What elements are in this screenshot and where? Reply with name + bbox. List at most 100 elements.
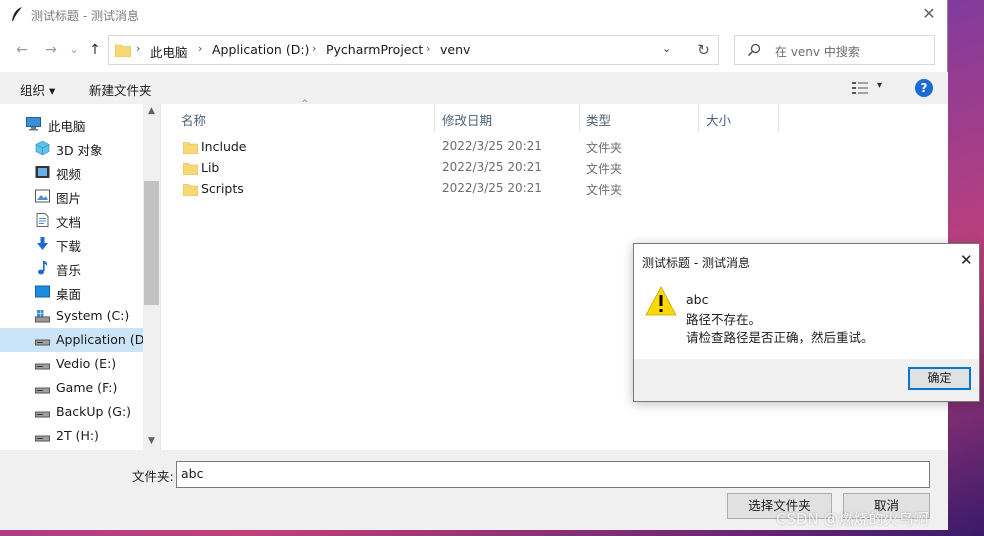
message-line: 路径不存在。 <box>686 312 762 327</box>
scroll-thumb[interactable] <box>144 181 159 305</box>
column-header-size[interactable]: 大小 <box>706 110 731 129</box>
drive-icon <box>35 387 50 394</box>
search-icon <box>748 43 761 56</box>
column-header-modified-date[interactable]: 修改日期 <box>442 110 492 129</box>
document-icon <box>36 213 49 227</box>
address-bar[interactable]: › 此电脑 › Application (D:) › PycharmProjec… <box>108 35 719 65</box>
view-dropdown-arrow-icon[interactable]: ▾ <box>877 80 882 91</box>
file-type: 文件夹 <box>586 141 623 155</box>
sidebar-item-label: 音乐 <box>56 263 82 278</box>
organize-menu-button[interactable]: 组织 ▾ <box>20 80 55 99</box>
recent-locations-chevron-icon[interactable]: ⌄ <box>64 40 84 60</box>
breadcrumb-separator: › <box>426 42 431 55</box>
file-modified-date: 2022/3/25 20:21 <box>442 181 542 195</box>
breadcrumb-separator: › <box>136 42 141 55</box>
address-dropdown-chevron-icon[interactable]: ⌄ <box>662 42 671 55</box>
message-box-title: 测试标题 - 测试消息 <box>642 256 750 270</box>
folder-field-label: 文件夹: <box>132 469 174 484</box>
view-options-icon[interactable] <box>852 81 870 95</box>
message-line: 请检查路径是否正确，然后重试。 <box>686 330 874 345</box>
sidebar-item[interactable]: 文档 <box>0 208 143 232</box>
folder-icon <box>183 184 198 196</box>
file-row[interactable]: Scripts 2022/3/25 20:21 文件夹 <box>181 179 681 200</box>
search-placeholder: 在 venv 中搜索 <box>775 45 860 59</box>
sidebar-item-label: BackUp (G:) <box>56 404 132 419</box>
watermark: CSDN @燃烧的火鸟啊 <box>776 510 929 528</box>
breadcrumb-this-pc[interactable]: 此电脑 <box>150 42 188 61</box>
sidebar-item[interactable]: Application (D:) <box>0 328 143 352</box>
search-input[interactable]: 在 venv 中搜索 <box>734 35 935 65</box>
file-type: 文件夹 <box>586 162 623 176</box>
back-arrow-icon[interactable]: ← <box>12 40 32 60</box>
column-divider[interactable] <box>579 104 580 132</box>
sidebar-item-label: 下载 <box>56 239 82 254</box>
cube-3d-icon <box>35 141 50 155</box>
sidebar-item[interactable]: BackUp (G:) <box>0 400 143 424</box>
sidebar-item[interactable]: 2T (H:) <box>0 424 143 448</box>
sidebar-item[interactable]: 此电脑 <box>0 112 143 136</box>
drive-icon <box>35 435 50 442</box>
sidebar-item[interactable]: 下载 <box>0 232 143 256</box>
sidebar-item[interactable]: 桌面 <box>0 280 143 304</box>
file-name: Include <box>201 139 247 154</box>
scroll-down-arrow-icon[interactable]: ▼ <box>143 436 160 446</box>
command-toolbar: 组织 ▾ 新建文件夹 ▾ ? <box>0 72 948 104</box>
ok-button[interactable]: 确定 <box>908 367 971 390</box>
breadcrumb-venv[interactable]: venv <box>440 42 470 57</box>
column-divider[interactable] <box>778 104 779 132</box>
sidebar-item[interactable]: Vedio (E:) <box>0 352 143 376</box>
music-icon <box>38 261 48 275</box>
file-modified-date: 2022/3/25 20:21 <box>442 160 542 174</box>
new-folder-button[interactable]: 新建文件夹 <box>89 80 152 99</box>
sidebar-item-label: Game (F:) <box>56 380 118 395</box>
warning-icon <box>645 286 677 316</box>
sidebar-item-label: 文档 <box>56 215 82 230</box>
breadcrumb-application-drive[interactable]: Application (D:) <box>212 42 309 57</box>
sidebar-item-label: 图片 <box>56 191 82 206</box>
column-header-type[interactable]: 类型 <box>586 110 611 129</box>
file-row[interactable]: Lib 2022/3/25 20:21 文件夹 <box>181 158 681 179</box>
folder-name-input[interactable]: abc <box>176 461 930 488</box>
column-header-name[interactable]: 名称 <box>181 110 206 129</box>
sidebar-item[interactable]: System (C:) <box>0 304 143 328</box>
sidebar-item-label: 视频 <box>56 167 82 182</box>
sidebar-item-label: 桌面 <box>56 287 82 302</box>
close-icon[interactable]: ✕ <box>914 2 944 26</box>
video-icon <box>35 166 50 178</box>
sidebar-item[interactable]: 音乐 <box>0 256 143 280</box>
navigation-scrollbar[interactable]: ▲ ▼ <box>143 104 160 450</box>
title-bar: 测试标题 - 测试消息 ✕ <box>0 0 948 30</box>
file-name: Lib <box>201 160 220 175</box>
sort-ascending-icon: ^ <box>301 99 309 109</box>
feather-icon <box>12 7 22 21</box>
sidebar-item[interactable]: 视频 <box>0 160 143 184</box>
drive-icon <box>35 339 50 346</box>
folder-icon <box>115 44 131 57</box>
folder-icon <box>183 163 198 175</box>
breadcrumb-separator: › <box>312 42 317 55</box>
sidebar-item[interactable]: Game (F:) <box>0 376 143 400</box>
computer-icon <box>26 117 41 131</box>
sidebar-item[interactable]: 图片 <box>0 184 143 208</box>
file-row[interactable]: Include 2022/3/25 20:21 文件夹 <box>181 137 681 158</box>
forward-arrow-icon[interactable]: → <box>41 40 61 60</box>
column-divider[interactable] <box>434 104 435 132</box>
up-arrow-icon[interactable]: ↑ <box>85 40 105 60</box>
message-line: abc <box>686 292 709 307</box>
sidebar-item-label: Application (D:) <box>56 332 143 347</box>
navigation-pane: 此电脑 3D 对象视频图片文档下载音乐桌面 System (C:) Applicati… <box>0 104 160 450</box>
system-drive-icon <box>35 310 50 323</box>
download-icon <box>37 237 48 250</box>
sidebar-item[interactable]: 3D 对象 <box>0 136 143 160</box>
refresh-icon[interactable]: ↻ <box>689 35 719 65</box>
sidebar-item-label: Vedio (E:) <box>56 356 117 371</box>
drive-icon <box>35 363 50 370</box>
file-modified-date: 2022/3/25 20:21 <box>442 139 542 153</box>
scroll-up-arrow-icon[interactable]: ▲ <box>143 106 160 116</box>
close-icon[interactable]: ✕ <box>960 251 973 269</box>
column-divider[interactable] <box>698 104 699 132</box>
desktop-icon <box>35 285 50 298</box>
help-icon[interactable]: ? <box>915 79 933 97</box>
breadcrumb-separator: › <box>198 42 203 55</box>
breadcrumb-pycharmproject[interactable]: PycharmProject <box>326 42 423 57</box>
